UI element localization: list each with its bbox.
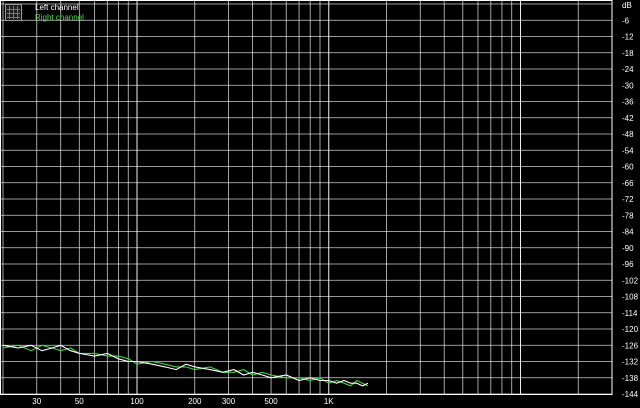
y-tick-label: -120	[622, 325, 639, 334]
legend-grid-icon	[5, 4, 22, 21]
y-tick-label: -138	[622, 374, 639, 383]
x-tick-label: 50	[75, 397, 84, 406]
y-tick-label: -6	[622, 16, 630, 25]
y-tick-label: -90	[622, 244, 634, 253]
y-tick-label: -60	[622, 163, 634, 172]
x-tick-label: 500	[264, 397, 278, 406]
y-tick-label: -54	[622, 146, 634, 155]
x-tick-label: 1K	[324, 397, 334, 406]
legend-right-channel: Right channel	[35, 13, 84, 22]
y-tick-label: -84	[622, 228, 634, 237]
y-tick-label: -114	[622, 309, 638, 318]
y-tick-label: -126	[622, 341, 639, 350]
x-tick-label: 100	[130, 397, 144, 406]
y-tick-label: -78	[622, 211, 634, 220]
y-tick-label: -132	[622, 358, 639, 367]
x-tick-label: 200	[188, 397, 202, 406]
x-tick-label: 300	[222, 397, 236, 406]
y-tick-label: -36	[622, 98, 634, 107]
y-tick-label: -102	[622, 276, 639, 285]
y-tick-label: -108	[622, 293, 639, 302]
y-tick-label: -48	[622, 130, 634, 139]
y-tick-label: -24	[622, 65, 634, 74]
y-tick-label: -144	[622, 390, 639, 399]
y-tick-label: -30	[622, 81, 634, 90]
y-tick-label: -18	[622, 49, 634, 58]
y-tick-label: dB	[622, 1, 632, 10]
y-tick-label: -96	[622, 260, 634, 269]
legend-left-channel: Left channel	[35, 3, 79, 12]
y-tick-label: -66	[622, 179, 634, 188]
y-tick-label: -72	[622, 195, 634, 204]
y-tick-label: -42	[622, 114, 634, 123]
x-tick-label: 30	[32, 397, 41, 406]
spectrum-chart: 30 50 100 200 300 500 1K dB -6 -12 -18 -24 -30 -36 -4…	[0, 0, 640, 408]
y-tick-label: -12	[622, 33, 634, 42]
